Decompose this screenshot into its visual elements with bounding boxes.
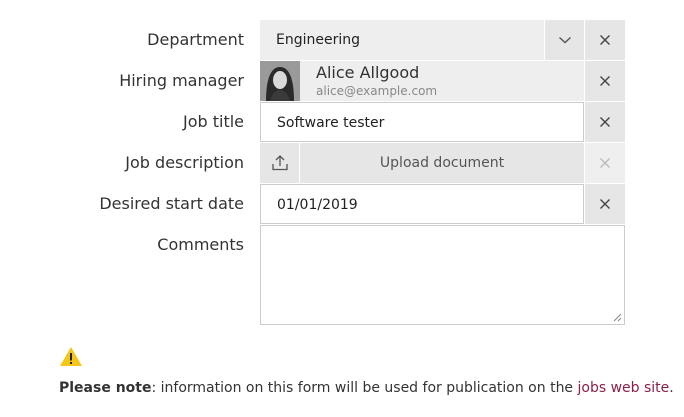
close-icon — [600, 117, 610, 127]
job-title-label: Job title — [182, 112, 244, 131]
close-icon — [600, 158, 610, 168]
note-end: . — [669, 380, 674, 396]
hiring-manager-name: Alice Allgood — [316, 63, 420, 82]
comments-label: Comments — [157, 235, 244, 254]
upload-icon — [271, 155, 288, 171]
hiring-manager-clear-button[interactable] — [585, 61, 625, 101]
jobs-web-site-link[interactable]: jobs web site — [578, 380, 670, 396]
job-title-input[interactable]: Software tester — [260, 102, 584, 142]
upload-document-label: Upload document — [379, 155, 505, 171]
upload-document-button[interactable]: Upload document — [300, 143, 584, 183]
department-clear-button[interactable] — [585, 20, 625, 60]
job-title-clear-button[interactable] — [585, 102, 625, 142]
department-label: Department — [147, 30, 244, 49]
department-value: Engineering — [276, 32, 360, 48]
hiring-manager-field[interactable]: Alice Allgood alice@example.com — [260, 61, 584, 101]
publication-note: Please note: information on this form wi… — [59, 378, 674, 398]
job-title-value: Software tester — [277, 115, 385, 131]
warning-icon — [60, 347, 82, 366]
department-dropdown-button[interactable] — [545, 20, 584, 60]
start-date-input[interactable]: 01/01/2019 — [260, 184, 584, 224]
start-date-value: 01/01/2019 — [277, 197, 358, 213]
resize-handle-icon[interactable] — [613, 313, 622, 322]
chevron-down-icon — [558, 36, 571, 44]
hiring-manager-email: alice@example.com — [316, 84, 438, 98]
start-date-clear-button[interactable] — [585, 184, 625, 224]
note-strong: Please note — [59, 380, 152, 396]
hiring-manager-label: Hiring manager — [119, 71, 244, 90]
upload-icon-button[interactable] — [260, 143, 299, 183]
comments-textarea[interactable] — [260, 225, 625, 325]
department-select[interactable]: Engineering — [260, 20, 544, 60]
job-description-clear-button[interactable] — [585, 143, 625, 183]
avatar — [260, 61, 300, 101]
close-icon — [600, 199, 610, 209]
note-text: : information on this form will be used … — [151, 380, 578, 396]
close-icon — [600, 76, 610, 86]
close-icon — [600, 35, 610, 45]
start-date-label: Desired start date — [99, 194, 244, 213]
job-description-label: Job description — [125, 153, 244, 172]
